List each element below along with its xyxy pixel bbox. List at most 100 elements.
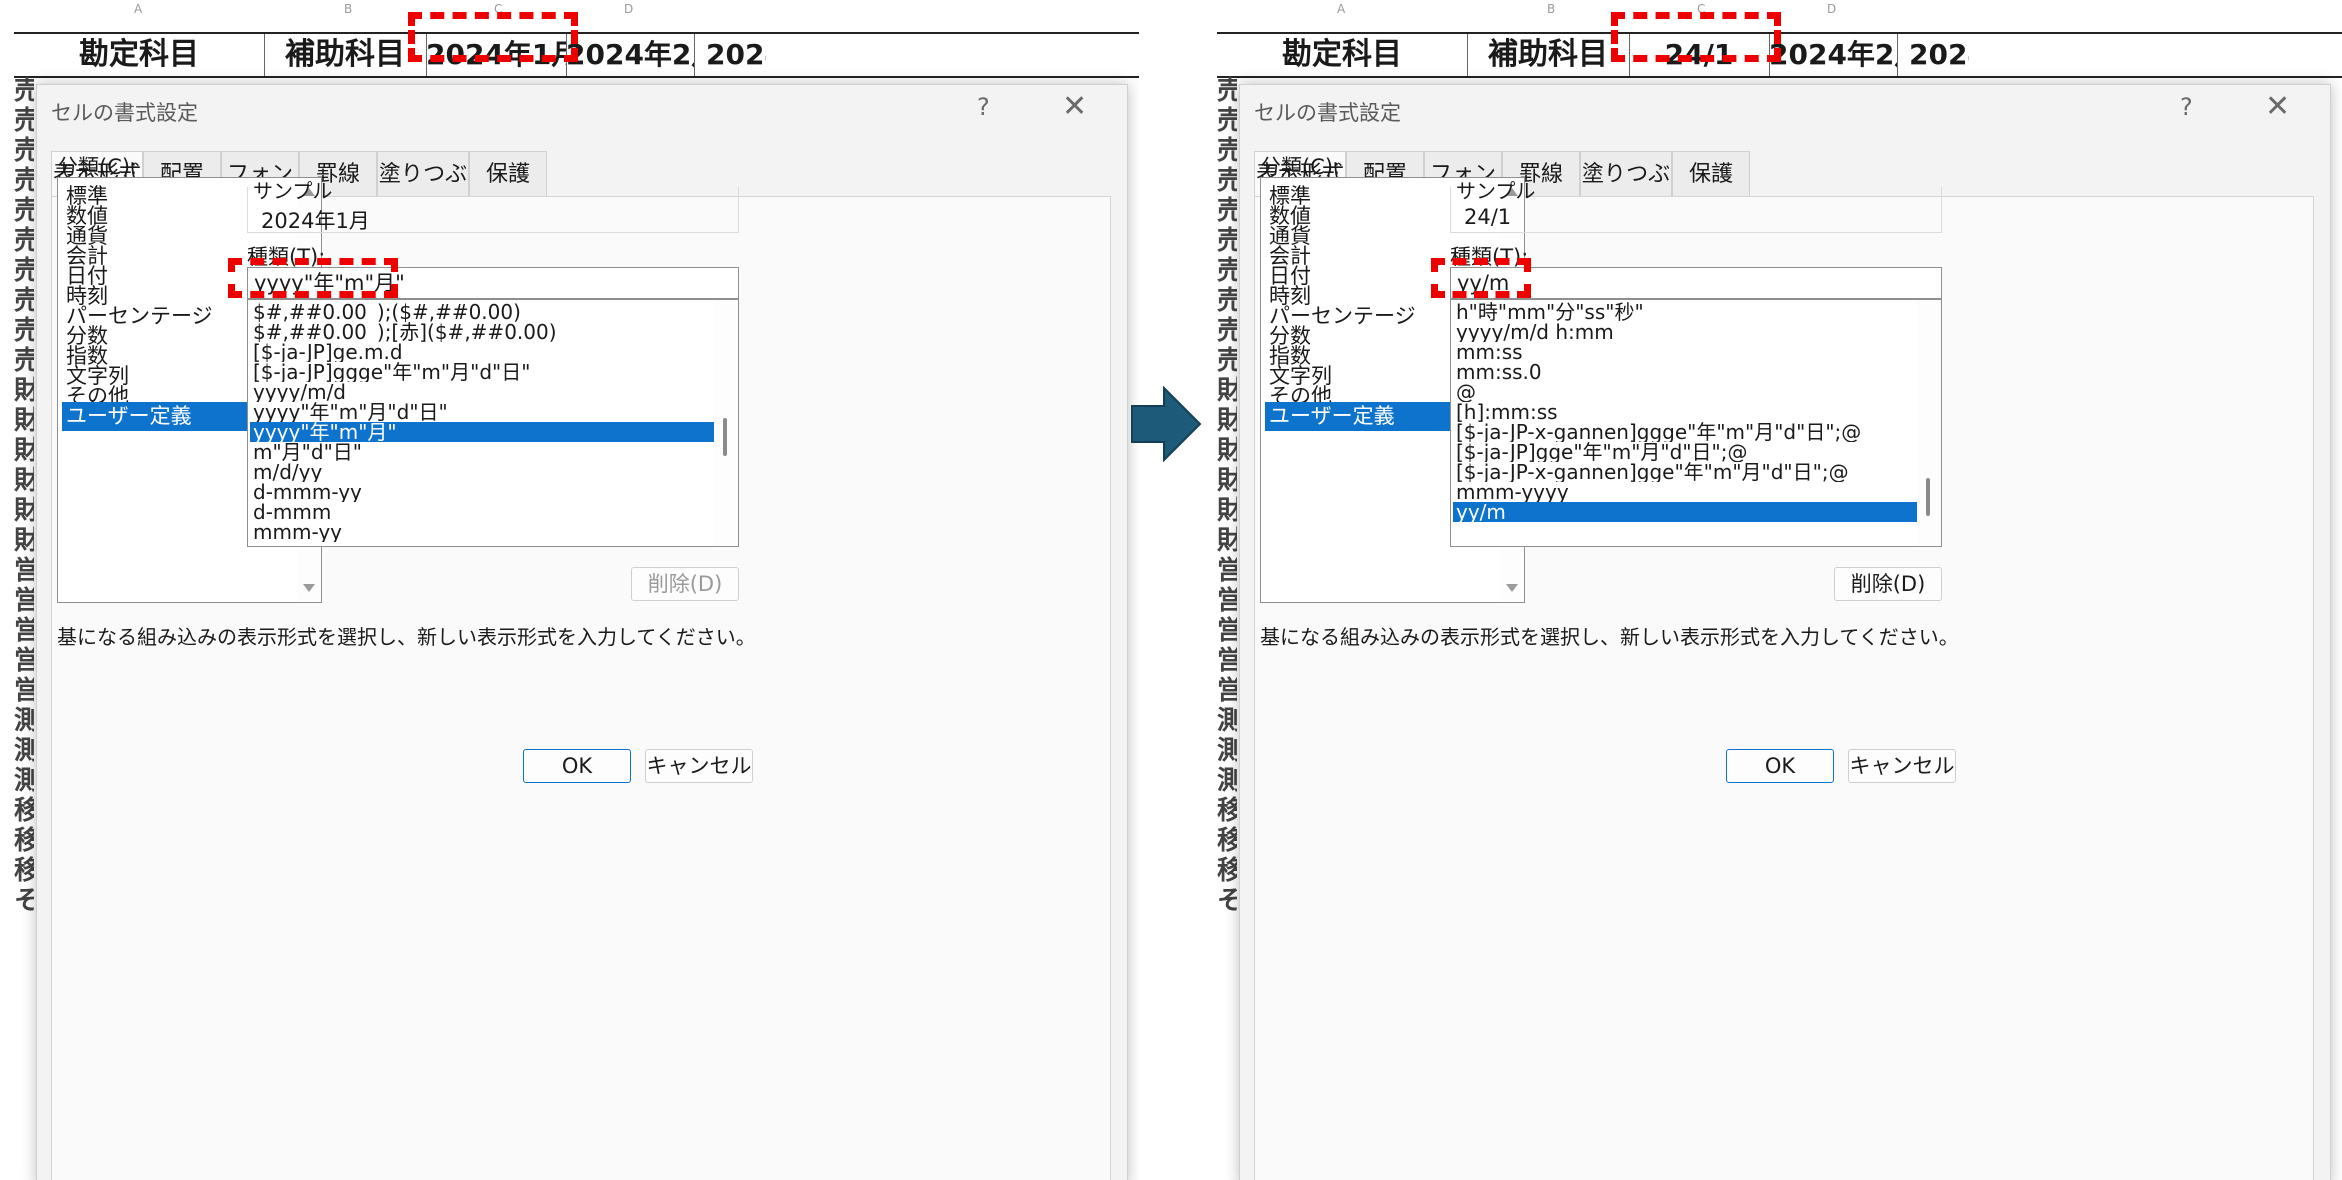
col-letter-a: A — [1337, 2, 1346, 16]
row-char: 測 — [1217, 706, 1237, 736]
row-char: 売 — [14, 316, 34, 346]
help-icon[interactable]: ? — [2180, 93, 2193, 121]
row-char: 移 — [1217, 826, 1237, 856]
header-cell-feb[interactable]: 2024年2月 — [566, 34, 695, 76]
format-item[interactable]: [$-ja-JP]gge"年"m"月"d"日";@ — [1453, 442, 1917, 462]
row-char: 売 — [1217, 226, 1237, 256]
format-item[interactable]: yyyy/m/d h:mm — [1453, 322, 1917, 342]
row-char: そ — [1217, 886, 1237, 916]
format-item[interactable]: h"時"mm"分"ss"秒" — [1453, 302, 1917, 322]
format-item[interactable]: [$-ja-JP]ggge"年"m"月"d"日" — [250, 362, 714, 382]
description-text: 基になる組み込みの表示形式を選択し、新しい表示形式を入力してください。 — [1260, 625, 1959, 649]
row-char: 売 — [1217, 136, 1237, 166]
scroll-thumb[interactable] — [723, 418, 727, 456]
row-char: 営 — [14, 646, 34, 676]
header-cell-subaccount[interactable]: 補助科目 — [264, 34, 427, 76]
before-panel: A B C D 勘定科目 補助科目 2024年1月 2024年2月 2024 売… — [14, 0, 1139, 1180]
row-char: 営 — [14, 556, 34, 586]
row-char: 財 — [1217, 436, 1237, 466]
row-char: 財 — [1217, 496, 1237, 526]
cancel-button[interactable]: キャンセル — [645, 749, 753, 783]
format-item[interactable]: [$-ja-JP]ge.m.d — [250, 342, 714, 362]
row-char: 売 — [1217, 166, 1237, 196]
row-char: 営 — [14, 586, 34, 616]
format-list[interactable]: h"時"mm"分"ss"秒" yyyy/m/d h:mm mm:ss mm:ss… — [1450, 299, 1942, 547]
cancel-button[interactable]: キャンセル — [1848, 749, 1956, 783]
description-text: 基になる組み込みの表示形式を選択し、新しい表示形式を入力してください。 — [57, 625, 756, 649]
header-cell-next[interactable]: 2024 — [694, 34, 766, 76]
header-cell-next[interactable]: 2024 — [1897, 34, 1969, 76]
format-scrollbar[interactable] — [714, 300, 738, 546]
ok-button[interactable]: OK — [1726, 749, 1834, 783]
format-item[interactable]: d-mmm — [250, 502, 714, 522]
row-char: 売 — [14, 136, 34, 166]
delete-button[interactable]: 削除(D) — [1834, 567, 1942, 601]
format-cells-dialog: セルの書式設定 ? ✕ 表示形式 配置 フォント 罫線 塗りつぶし 保護 分類(… — [36, 84, 1128, 1180]
format-item[interactable]: [$-ja-JP-x-gannen]gge"年"m"月"d"日";@ — [1453, 462, 1917, 482]
help-icon[interactable]: ? — [977, 93, 990, 121]
format-item[interactable]: $#,##0.00_);($#,##0.00) — [250, 302, 714, 322]
row-char: 移 — [14, 796, 34, 826]
row-char: 売 — [14, 106, 34, 136]
col-letter-b: B — [344, 2, 353, 16]
format-list[interactable]: $#,##0.00_);($#,##0.00) $#,##0.00_);[赤](… — [247, 299, 739, 547]
format-item[interactable]: mmm-yyyy — [1453, 482, 1917, 502]
format-item[interactable]: [$-ja-JP-x-gannen]ggge"年"m"月"d"日";@ — [1453, 422, 1917, 442]
row-char: 営 — [1217, 556, 1237, 586]
row-char: 売 — [14, 166, 34, 196]
row-char: 財 — [14, 526, 34, 556]
format-item[interactable]: m"月"d"日" — [250, 442, 714, 462]
header-cell-feb[interactable]: 2024年2月 — [1769, 34, 1898, 76]
ok-button[interactable]: OK — [523, 749, 631, 783]
header-cell-account[interactable]: 勘定科目 — [14, 34, 265, 76]
format-item[interactable]: mmm-yy — [250, 522, 714, 542]
row-char: 移 — [1217, 796, 1237, 826]
format-scrollbar[interactable] — [1917, 300, 1941, 546]
row-char: 測 — [1217, 766, 1237, 796]
format-item[interactable]: mm:ss — [1453, 342, 1917, 362]
format-item[interactable]: [h]:mm:ss — [1453, 402, 1917, 422]
format-item[interactable]: mm:ss.0 — [1453, 362, 1917, 382]
row-char: 財 — [1217, 526, 1237, 556]
scroll-down-icon[interactable] — [1506, 584, 1518, 592]
format-item-selected[interactable]: yy/m — [1453, 502, 1917, 522]
close-icon[interactable]: ✕ — [2265, 89, 2290, 124]
row-char: 売 — [1217, 76, 1237, 106]
format-item[interactable]: yyyy/m/d — [250, 382, 714, 402]
scroll-down-icon[interactable] — [303, 584, 315, 592]
scroll-thumb[interactable] — [1926, 478, 1930, 516]
row-char: 売 — [14, 346, 34, 376]
row-char: 財 — [14, 436, 34, 466]
row-char: 売 — [14, 226, 34, 256]
highlight-header-cell — [408, 12, 578, 62]
row-char: 測 — [14, 736, 34, 766]
format-cells-dialog: セルの書式設定 ? ✕ 表示形式 配置 フォント 罫線 塗りつぶし 保護 分類(… — [1239, 84, 2331, 1180]
format-item[interactable]: @ — [1453, 382, 1917, 402]
row-char: 営 — [14, 616, 34, 646]
row-char: 財 — [1217, 466, 1237, 496]
col-letter-a: A — [134, 2, 143, 16]
format-item[interactable]: $#,##0.00_);[赤]($#,##0.00) — [250, 322, 714, 342]
row-char: 営 — [1217, 586, 1237, 616]
dialog-title: セルの書式設定 — [51, 101, 198, 125]
row-char: 売 — [14, 256, 34, 286]
right-arrow-icon — [1131, 386, 1202, 462]
highlight-header-cell — [1611, 12, 1781, 62]
format-item-selected[interactable]: yyyy"年"m"月" — [250, 422, 714, 442]
format-item[interactable]: d-mmm-yy — [250, 482, 714, 502]
row-char: 売 — [1217, 256, 1237, 286]
format-item[interactable]: yyyy"年"m"月"d"日" — [250, 402, 714, 422]
row-char: 営 — [14, 676, 34, 706]
row-char: 営 — [1217, 676, 1237, 706]
header-cell-subaccount[interactable]: 補助科目 — [1467, 34, 1630, 76]
row-char: 売 — [1217, 346, 1237, 376]
row-char: 売 — [1217, 316, 1237, 346]
sample-box — [1450, 187, 1942, 233]
row-char: そ — [14, 886, 34, 916]
header-cell-account[interactable]: 勘定科目 — [1217, 34, 1468, 76]
delete-button[interactable]: 削除(D) — [631, 567, 739, 601]
row-char: 測 — [1217, 736, 1237, 766]
format-item[interactable]: m/d/yy — [250, 462, 714, 482]
row-char: 売 — [1217, 196, 1237, 226]
close-icon[interactable]: ✕ — [1062, 89, 1087, 124]
